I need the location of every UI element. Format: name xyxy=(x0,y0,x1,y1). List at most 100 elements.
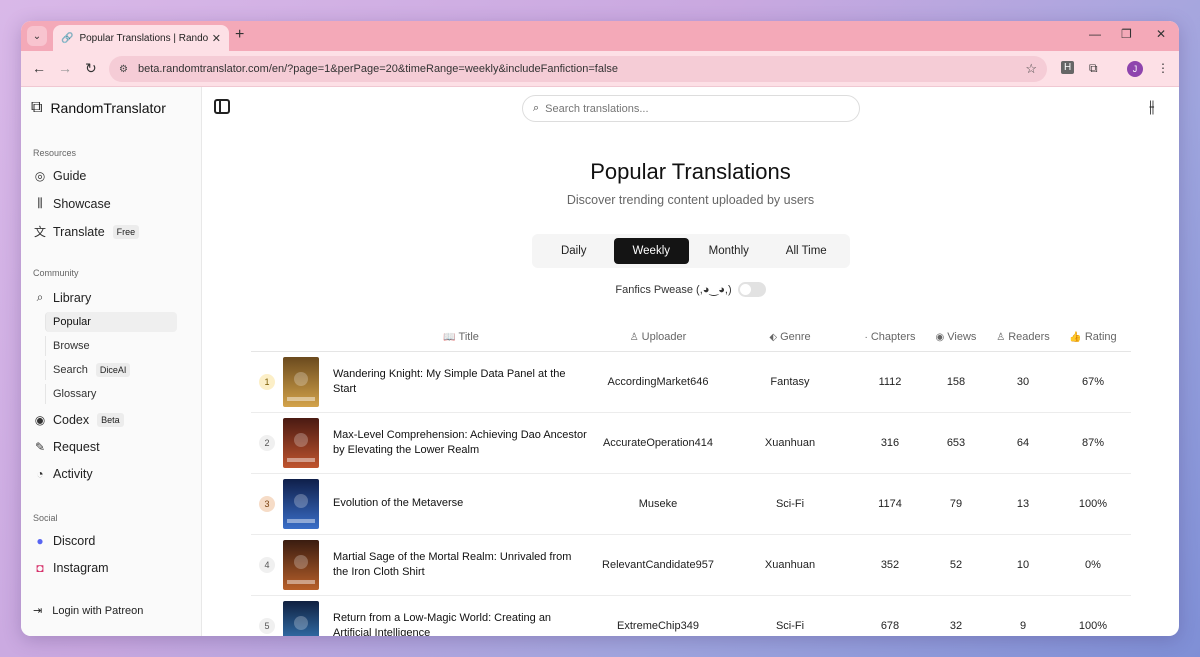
sidebar-subitem-browse[interactable]: Browse xyxy=(45,336,177,356)
rating-header[interactable]: 👍 Rating xyxy=(1055,324,1131,352)
title-cell[interactable]: Evolution of the Metaverse xyxy=(327,473,595,535)
rating-cell: 67% xyxy=(1055,351,1131,413)
sidebar-toggle-icon[interactable] xyxy=(214,99,230,114)
sidebar-item-request[interactable]: ✎ Request xyxy=(33,440,100,454)
close-tab-icon[interactable]: ✕ xyxy=(212,32,221,45)
book-icon: 📖 xyxy=(443,332,456,344)
fanfic-toggle[interactable] xyxy=(737,282,766,297)
chapters-cell: 352 xyxy=(859,534,921,596)
book-cover-image[interactable] xyxy=(283,478,319,529)
library-icon: ⫼ xyxy=(37,196,43,210)
browser-tab[interactable]: 🔗 Popular Translations | RandomTr ✕ xyxy=(53,25,229,51)
sidebar: ⧉ RandomTranslator Resources ◎ Guide ⫼ S… xyxy=(21,87,202,636)
title-cell[interactable]: Wandering Knight: My Simple Data Panel a… xyxy=(327,351,595,413)
chapters-header[interactable]: · Chapters xyxy=(859,324,921,352)
book-cover-image[interactable] xyxy=(283,356,319,407)
views-header[interactable]: ◉ Views xyxy=(921,324,991,352)
rank-cell: 4 xyxy=(251,534,283,596)
tab-search-button[interactable]: ⌄ xyxy=(27,26,47,46)
sidebar-item-translate[interactable]: 文 Translate Free xyxy=(33,223,140,240)
book-title-link[interactable]: Wandering Knight: My Simple Data Panel a… xyxy=(333,368,566,395)
new-tab-button[interactable]: + xyxy=(235,26,244,44)
uploader-cell[interactable]: Museke xyxy=(595,473,721,535)
uploader-cell[interactable]: AccurateOperation414 xyxy=(595,412,721,474)
tab-weekly[interactable]: Weekly xyxy=(613,238,689,264)
sidebar-item-codex[interactable]: ◉ Codex Beta xyxy=(33,413,124,427)
title-cell[interactable]: Martial Sage of the Mortal Realm: Unriva… xyxy=(327,534,595,596)
chapters-cell: 1174 xyxy=(859,473,921,535)
book-title-link[interactable]: Evolution of the Metaverse xyxy=(333,497,463,509)
book-title-link[interactable]: Max-Level Comprehension: Achieving Dao A… xyxy=(333,429,587,456)
address-bar[interactable]: ⚙ beta.randomtranslator.com/en/?page=1&p… xyxy=(109,56,1047,82)
book-cover-image[interactable] xyxy=(283,539,319,590)
discord-icon: ● xyxy=(36,534,44,548)
browser-menu-icon[interactable]: ⋮ xyxy=(1157,61,1169,75)
sidebar-item-guide[interactable]: ◎ Guide xyxy=(33,169,87,183)
book-title-link[interactable]: Return from a Low-Magic World: Creating … xyxy=(333,612,551,637)
sidebar-item-activity[interactable]: ◔ Activity xyxy=(33,467,92,481)
extensions-puzzle-icon[interactable]: ⧉ xyxy=(1089,61,1098,76)
sidebar-item-showcase[interactable]: ⫼ Showcase xyxy=(33,196,110,211)
uploader-cell[interactable]: RelevantCandidate957 xyxy=(595,534,721,596)
views-cell: 52 xyxy=(921,534,991,596)
profile-avatar[interactable]: J xyxy=(1127,61,1143,77)
extension-h-icon[interactable]: H xyxy=(1061,61,1075,74)
sidebar-subitem-popular[interactable]: Popular xyxy=(45,312,177,332)
table-row[interactable]: 5 Return from a Low-Magic World: Creating… xyxy=(251,595,1131,636)
back-icon[interactable]: ← xyxy=(32,60,46,76)
table-row[interactable]: 4 Martial Sage of the Mortal Realm: Unriv… xyxy=(251,534,1131,596)
genre-header[interactable]: ⬖ Genre xyxy=(721,324,859,352)
uploader-cell[interactable]: ExtremeChip349 xyxy=(595,595,721,636)
minimize-icon[interactable]: — xyxy=(1089,27,1101,41)
restore-icon[interactable]: ❐ xyxy=(1121,27,1132,41)
table-row[interactable]: 1 Wandering Knight: My Simple Data Panel … xyxy=(251,351,1131,413)
book-cover-image[interactable] xyxy=(283,600,319,637)
search-input[interactable] xyxy=(545,102,826,115)
tag-icon: ⬖ xyxy=(769,332,778,344)
sidebar-item-instagram[interactable]: ◘ Instagram xyxy=(33,561,108,575)
cover-cell[interactable] xyxy=(283,534,327,596)
tab-daily[interactable]: Daily xyxy=(536,238,612,264)
chapters-cell: 678 xyxy=(859,595,921,636)
browser-toolbar: ← → ↻ ⚙ beta.randomtranslator.com/en/?pa… xyxy=(21,51,1179,87)
cover-cell[interactable] xyxy=(283,412,327,474)
login-with-patreon-button[interactable]: ⇥ Login with Patreon xyxy=(33,604,143,618)
readers-header[interactable]: ♙ Readers xyxy=(991,324,1055,352)
sidebar-item-library[interactable]: ⌕ Library xyxy=(33,290,92,305)
uploader-header[interactable]: ♙ Uploader xyxy=(595,324,721,352)
beta-badge: Beta xyxy=(97,413,124,427)
tab-all-time[interactable]: All Time xyxy=(769,238,845,264)
book-title-link[interactable]: Martial Sage of the Mortal Realm: Unriva… xyxy=(333,551,571,578)
brand[interactable]: ⧉ RandomTranslator xyxy=(31,99,166,117)
sidebar-item-discord[interactable]: ● Discord xyxy=(33,534,95,548)
free-badge: Free xyxy=(112,224,140,239)
title-cell[interactable]: Max-Level Comprehension: Achieving Dao A… xyxy=(327,412,595,474)
url-text[interactable]: beta.randomtranslator.com/en/?page=1&per… xyxy=(138,63,1025,75)
forward-icon[interactable]: → xyxy=(58,60,72,76)
filter-sliders-icon[interactable]: ⫲ xyxy=(1149,97,1155,117)
cover-cell[interactable] xyxy=(283,473,327,535)
title-cell[interactable]: Return from a Low-Magic World: Creating … xyxy=(327,595,595,636)
community-label: Community xyxy=(33,268,79,278)
site-settings-icon[interactable]: ⚙ xyxy=(119,64,128,75)
fanfic-filter: Fanfics Pwease (,◕‿◕,) xyxy=(202,282,1179,297)
search-box[interactable]: ⌕ xyxy=(522,95,860,122)
rank-header xyxy=(251,324,283,352)
uploader-cell[interactable]: AccordingMarket646 xyxy=(595,351,721,413)
close-window-icon[interactable]: ✕ xyxy=(1156,27,1166,41)
social-label: Social xyxy=(33,513,58,523)
book-cover-image[interactable] xyxy=(283,417,319,468)
sidebar-subitem-glossary[interactable]: Glossary xyxy=(45,384,177,404)
table-row[interactable]: 2 Max-Level Comprehension: Achieving Dao … xyxy=(251,412,1131,474)
tab-monthly[interactable]: Monthly xyxy=(691,238,767,264)
reload-icon[interactable]: ↻ xyxy=(85,60,97,77)
compass-icon: ◎ xyxy=(34,169,46,183)
table-row[interactable]: 3 Evolution of the Metaverse Museke Sci-Fi 1… xyxy=(251,473,1131,535)
logo-icon: ⧉ xyxy=(31,99,43,116)
cover-cell[interactable] xyxy=(283,595,327,636)
rank-cell: 1 xyxy=(251,351,283,413)
title-header[interactable]: 📖 Title xyxy=(327,324,595,352)
bookmark-star-icon[interactable]: ☆ xyxy=(1025,61,1037,77)
sidebar-subitem-search[interactable]: Search DiceAI xyxy=(45,360,177,380)
cover-cell[interactable] xyxy=(283,351,327,413)
